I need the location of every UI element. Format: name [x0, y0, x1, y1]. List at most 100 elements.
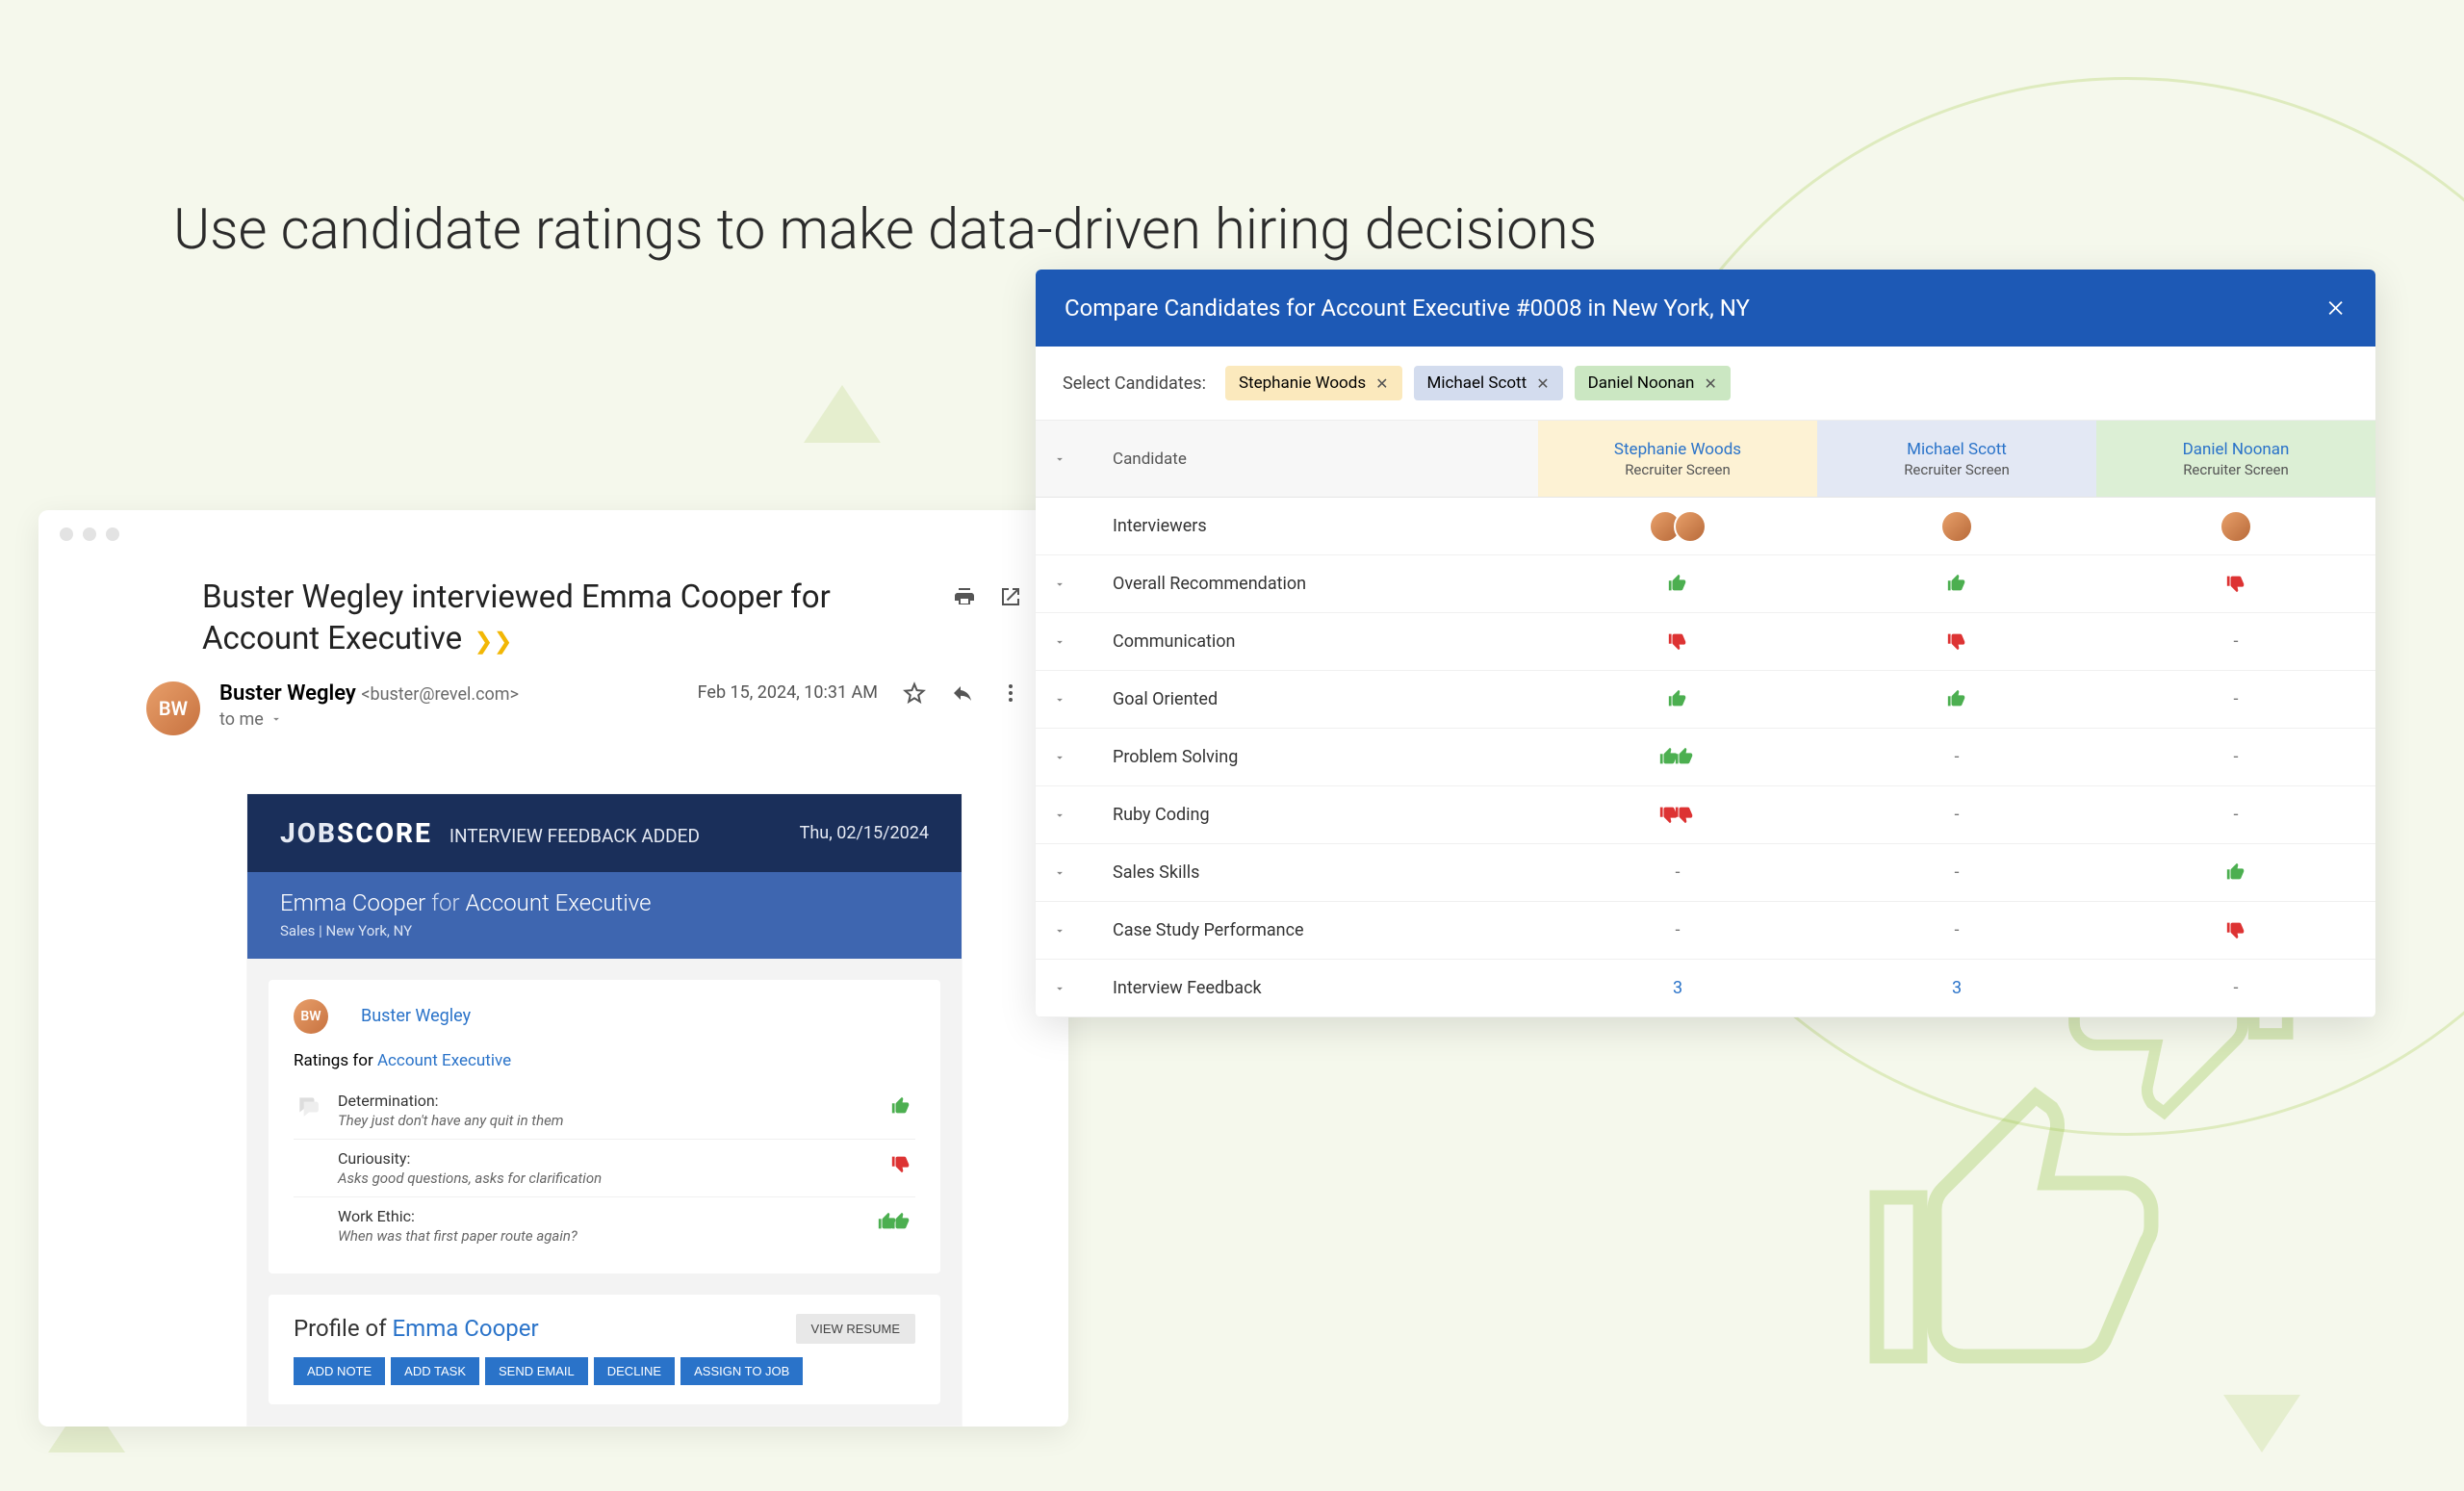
rating-cell: [1817, 555, 2096, 612]
interviewer-avatar[interactable]: [2220, 510, 2252, 543]
criteria-row: Overall Recommendation: [1036, 555, 2375, 613]
feedback-count-link[interactable]: 3: [1952, 978, 1962, 998]
thumbs-up-icon: [886, 1092, 915, 1120]
print-icon[interactable]: [953, 585, 976, 608]
feedback-count-link[interactable]: 3: [1673, 978, 1682, 998]
to-label: to me: [219, 709, 264, 730]
open-external-icon[interactable]: [999, 585, 1022, 608]
sender-avatar: BW: [146, 681, 200, 735]
chip-remove-icon[interactable]: ✕: [1375, 374, 1388, 393]
rating-cell: [1538, 729, 1817, 785]
candidate-stage: Recruiter Screen: [1625, 461, 1731, 478]
to-line[interactable]: to me: [219, 709, 698, 730]
row-toggle[interactable]: [1036, 751, 1084, 764]
chip-remove-icon[interactable]: ✕: [1704, 374, 1716, 393]
no-rating: -: [2234, 689, 2239, 709]
action-assign to job-button[interactable]: ASSIGN TO JOB: [680, 1357, 803, 1385]
rating-desc: They just don't have any quit in them: [338, 1112, 871, 1129]
chip-label: Daniel Noonan: [1588, 373, 1695, 393]
criteria-row: Case Study Performance--: [1036, 902, 2375, 960]
criteria-row: Communication -: [1036, 613, 2375, 671]
rating-cell: [1538, 786, 1817, 843]
no-rating: -: [2234, 747, 2239, 767]
rating-title: Curiousity:: [338, 1149, 871, 1168]
row-toggle[interactable]: [1036, 809, 1084, 822]
feedback-candidate-line: Emma Cooper for Account Executive: [280, 889, 929, 916]
action-add task-button[interactable]: ADD TASK: [391, 1357, 479, 1385]
reviewer-link[interactable]: Buster Wegley: [361, 1006, 471, 1026]
close-icon[interactable]: [2325, 297, 2347, 319]
page-headline: Use candidate ratings to make data-drive…: [173, 193, 1597, 268]
action-send email-button[interactable]: SEND EMAIL: [485, 1357, 588, 1385]
comment-bubble-icon: [294, 1092, 322, 1120]
criteria-row: Problem Solving--: [1036, 729, 2375, 786]
reply-icon[interactable]: [951, 681, 974, 705]
expand-all-toggle[interactable]: [1036, 452, 1084, 466]
profile-link[interactable]: Emma Cooper: [393, 1315, 539, 1342]
interviewer-avatar[interactable]: [1674, 510, 1707, 543]
rating-cell: -: [1817, 729, 2096, 785]
row-toggle[interactable]: [1036, 866, 1084, 880]
chip-remove-icon[interactable]: ✕: [1536, 374, 1549, 393]
for-word: for: [425, 889, 465, 916]
interviewer-avatar[interactable]: [1940, 510, 1973, 543]
no-rating: -: [1955, 862, 1960, 883]
bg-triangle-deco: [804, 385, 881, 443]
no-rating: -: [1955, 747, 1960, 767]
criteria-row: Sales Skills--: [1036, 844, 2375, 902]
feedback-location: Sales | New York, NY: [280, 922, 929, 939]
rating-cell: [1538, 613, 1817, 670]
compare-title: Compare Candidates for Account Executive…: [1065, 295, 1750, 321]
criteria-label: Goal Oriented: [1084, 689, 1538, 709]
view-resume-button[interactable]: VIEW RESUME: [796, 1314, 915, 1344]
candidate-chip[interactable]: Michael Scott ✕: [1414, 366, 1563, 400]
candidate-name: Michael Scott: [1907, 440, 2007, 459]
criteria-row: Ruby Coding --: [1036, 786, 2375, 844]
window-traffic-lights: [38, 510, 1068, 558]
rating-cell: -: [1538, 844, 1817, 901]
rating-cell: -: [1817, 786, 2096, 843]
rating-cell: -: [2096, 960, 2375, 1016]
criteria-label: Interview Feedback: [1084, 978, 1538, 998]
row-toggle[interactable]: [1036, 982, 1084, 995]
action-add note-button[interactable]: ADD NOTE: [294, 1357, 385, 1385]
candidate-column-header[interactable]: Daniel Noonan Recruiter Screen: [2096, 421, 2375, 497]
rating-cell: [2096, 902, 2375, 959]
row-toggle[interactable]: [1036, 578, 1084, 591]
ratings-role-link[interactable]: Account Executive: [377, 1051, 511, 1070]
sender-name: Buster Wegley: [219, 681, 356, 706]
thumbs-up-icon: [1945, 573, 1968, 596]
rating-cell: -: [1817, 844, 2096, 901]
subject-candidate: Emma Cooper: [581, 578, 783, 616]
thumbs-down-icon: [2224, 573, 2247, 596]
rating-cell: -: [2096, 613, 2375, 670]
more-icon[interactable]: [999, 681, 1022, 705]
row-toggle[interactable]: [1036, 635, 1084, 649]
thumbs-up-icon: [1666, 688, 1689, 711]
criteria-label: Communication: [1084, 631, 1538, 652]
candidate-chip[interactable]: Stephanie Woods ✕: [1225, 366, 1402, 400]
rating-row: Work Ethic: When was that first paper ro…: [294, 1196, 915, 1254]
star-icon[interactable]: [903, 681, 926, 705]
candidate-column-header[interactable]: Stephanie Woods Recruiter Screen: [1538, 421, 1817, 497]
rating-cell: [1538, 671, 1817, 728]
interviewer-avatars: [1940, 510, 1973, 543]
profile-title: Profile of Emma Cooper: [294, 1315, 539, 1342]
feedback-heading: INTERVIEW FEEDBACK ADDED: [449, 825, 700, 847]
double-thumbs-down-icon: [1658, 804, 1697, 827]
row-toggle[interactable]: [1036, 924, 1084, 938]
row-toggle[interactable]: [1036, 693, 1084, 707]
no-rating: -: [1676, 862, 1681, 883]
action-decline-button[interactable]: DECLINE: [594, 1357, 675, 1385]
candidate-column-header[interactable]: Michael Scott Recruiter Screen: [1817, 421, 2096, 497]
rating-title: Work Ethic:: [338, 1207, 858, 1225]
double-thumbs-up-icon: [1658, 746, 1697, 769]
criteria-label: Ruby Coding: [1084, 805, 1538, 825]
rating-cell: -: [2096, 786, 2375, 843]
no-rating: -: [1676, 920, 1681, 940]
subject-verb: interviewed: [403, 578, 581, 616]
candidate-chip[interactable]: Daniel Noonan ✕: [1575, 366, 1731, 400]
feedback-role: Account Executive: [465, 889, 651, 916]
candidate-stage: Recruiter Screen: [1904, 461, 2010, 478]
flag-icon: ❯❯: [474, 628, 512, 655]
